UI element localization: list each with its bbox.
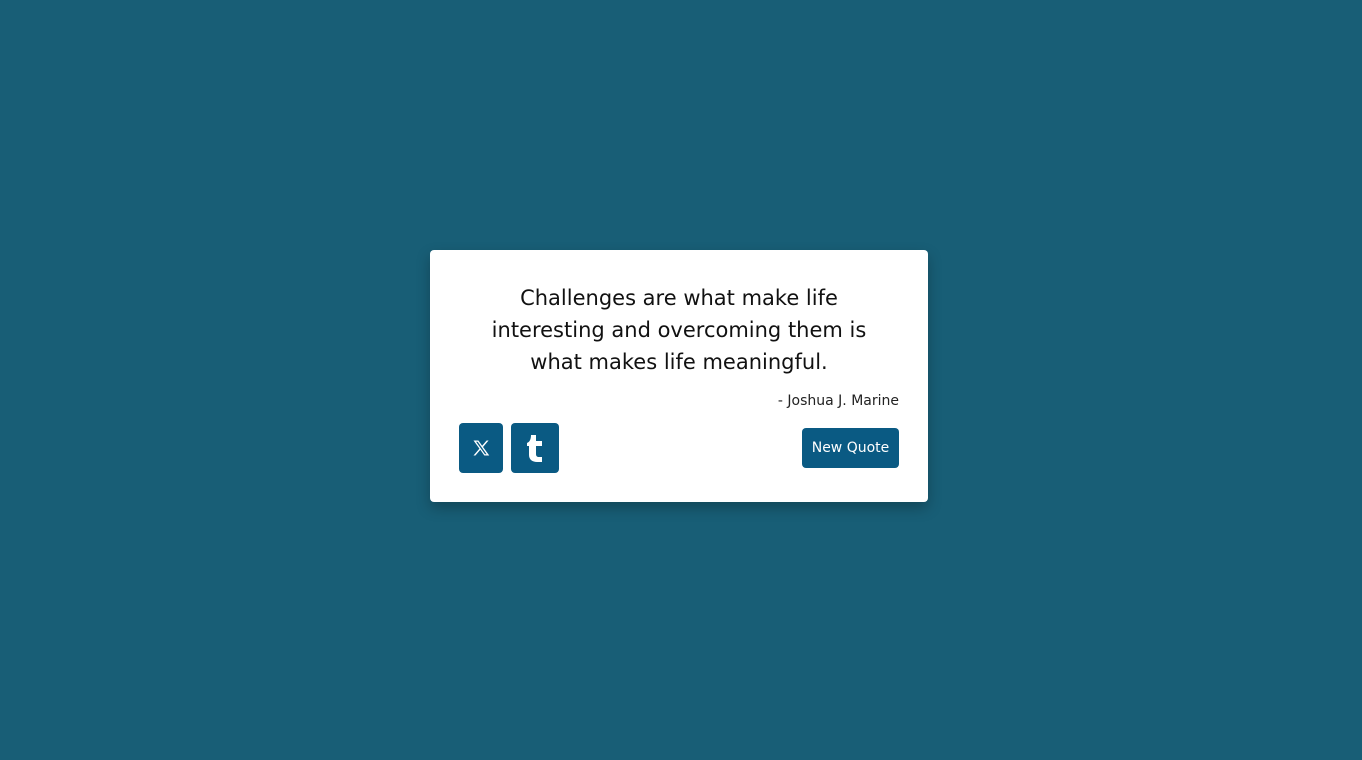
tumblr-logo-icon (526, 434, 544, 462)
quote-author: - Joshua J. Marine (777, 393, 899, 409)
new-quote-button[interactable]: New Quote (802, 428, 899, 468)
quote-text: Challenges are what make life interestin… (491, 286, 867, 374)
quote-actions: New Quote (459, 423, 899, 473)
share-x-button[interactable] (459, 423, 503, 473)
quote-card: Challenges are what make life interestin… (430, 250, 928, 502)
x-logo-icon (472, 439, 490, 457)
share-tumblr-button[interactable] (511, 423, 559, 473)
